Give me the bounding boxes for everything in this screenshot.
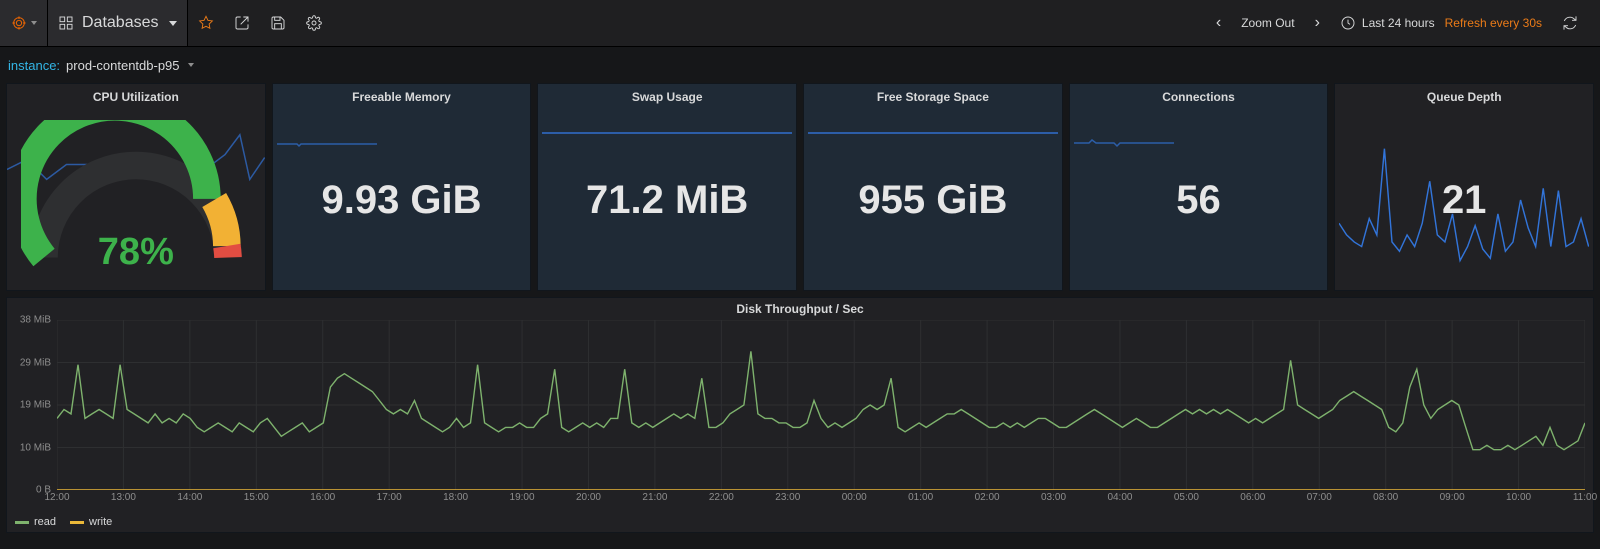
chart-plot-area: [57, 320, 1585, 490]
time-range-forward-button[interactable]: ›: [1305, 0, 1330, 46]
memory-sparkline: [277, 140, 377, 148]
panel-row-1: CPU Utilization 78% Freeable Memory: [0, 83, 1600, 291]
panel-disk-throughput[interactable]: Disk Throughput / Sec 38 MiB29 MiB19 MiB…: [6, 297, 1594, 533]
refresh-button[interactable]: [1552, 0, 1588, 46]
variable-instance-value: prod-contentdb-p95: [66, 58, 179, 73]
legend-label-read: read: [34, 516, 56, 528]
variable-instance-picker[interactable]: prod-contentdb-p95: [66, 58, 193, 73]
chart-x-axis: 12:0013:0014:0015:0016:0017:0018:0019:00…: [57, 492, 1585, 506]
panel-free-storage[interactable]: Free Storage Space 955 GiB: [803, 83, 1063, 291]
dashboard-title: Databases: [82, 14, 159, 32]
panel-title: Free Storage Space: [804, 84, 1062, 110]
time-range-label: Last 24 hours: [1362, 16, 1435, 30]
panel-cpu-utilization[interactable]: CPU Utilization 78%: [6, 83, 266, 291]
swap-value: 71.2 MiB: [586, 178, 748, 223]
share-button[interactable]: [224, 0, 260, 46]
panel-title: CPU Utilization: [7, 84, 265, 110]
cpu-gauge-value: 78%: [21, 231, 251, 274]
star-icon: [198, 15, 214, 31]
chevron-left-icon: ‹: [1216, 15, 1221, 31]
chevron-down-icon: [188, 63, 194, 67]
legend-swatch-write: [70, 521, 84, 524]
star-button[interactable]: [188, 0, 224, 46]
storage-value: 955 GiB: [858, 178, 1007, 223]
share-icon: [234, 15, 250, 31]
panel-swap-usage[interactable]: Swap Usage 71.2 MiB: [537, 83, 797, 291]
gear-icon: [306, 15, 322, 31]
memory-value: 9.93 GiB: [321, 178, 481, 223]
queue-value: 21: [1442, 178, 1487, 223]
top-navbar: Databases ‹ Zoom Out › Last 24 hours R: [0, 0, 1600, 47]
panel-freeable-memory[interactable]: Freeable Memory 9.93 GiB: [272, 83, 532, 291]
legend-swatch-read: [15, 521, 29, 524]
connections-value: 56: [1176, 178, 1221, 223]
time-range-back-button[interactable]: ‹: [1206, 0, 1231, 46]
settings-button[interactable]: [296, 0, 332, 46]
storage-sparkline: [808, 132, 1058, 134]
chart-y-axis: 38 MiB29 MiB19 MiB10 MiB0 B: [7, 320, 57, 490]
panel-title: Swap Usage: [538, 84, 796, 110]
grafana-logo-icon: [11, 15, 27, 31]
clock-icon: [1340, 15, 1356, 31]
save-icon: [270, 15, 286, 31]
legend-item-read[interactable]: read: [15, 516, 56, 528]
panel-title: Freeable Memory: [273, 84, 531, 110]
chevron-right-icon: ›: [1315, 15, 1320, 31]
panel-row-2: Disk Throughput / Sec 38 MiB29 MiB19 MiB…: [0, 291, 1600, 539]
zoom-out-button[interactable]: Zoom Out: [1231, 0, 1304, 46]
grafana-logo-button[interactable]: [0, 0, 47, 46]
chart-legend: read write: [15, 516, 112, 528]
panel-connections[interactable]: Connections 56: [1069, 83, 1329, 291]
panel-queue-depth[interactable]: Queue Depth 21: [1334, 83, 1594, 291]
grid-icon: [58, 15, 74, 31]
dashboard-picker-button[interactable]: Databases: [47, 0, 188, 46]
legend-item-write[interactable]: write: [70, 516, 112, 528]
panel-title: Disk Throughput / Sec: [7, 298, 1593, 320]
swap-sparkline: [542, 132, 792, 134]
connections-sparkline: [1074, 138, 1174, 148]
legend-label-write: write: [89, 516, 112, 528]
save-button[interactable]: [260, 0, 296, 46]
template-variable-row: instance: prod-contentdb-p95: [0, 47, 1600, 83]
refresh-interval-label: Refresh every 30s: [1445, 16, 1542, 30]
refresh-icon: [1562, 15, 1578, 31]
time-range-picker[interactable]: Last 24 hours Refresh every 30s: [1330, 0, 1552, 46]
variable-instance-label: instance:: [8, 58, 60, 73]
panel-title: Queue Depth: [1335, 84, 1593, 110]
panel-title: Connections: [1070, 84, 1328, 110]
